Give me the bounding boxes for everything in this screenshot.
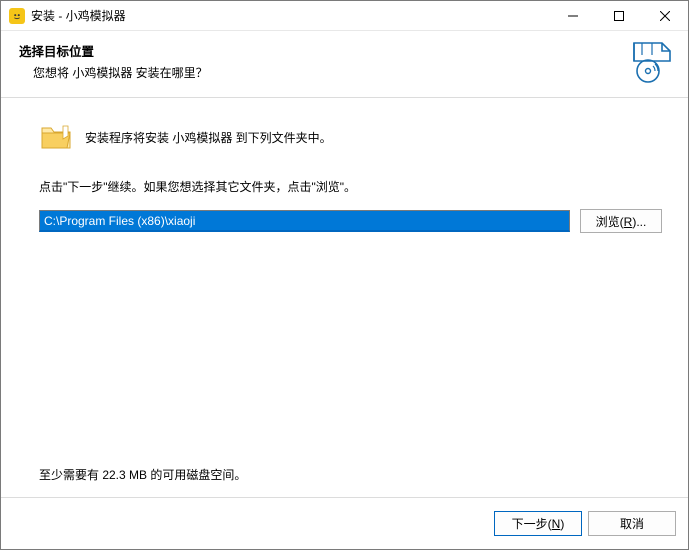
page-subtitle: 您想将 小鸡模拟器 安装在哪里？ bbox=[33, 64, 670, 81]
wizard-footer: 下一步(N) 取消 bbox=[1, 497, 688, 549]
page-title: 选择目标位置 bbox=[19, 41, 670, 60]
app-icon bbox=[9, 8, 25, 24]
close-button[interactable] bbox=[642, 1, 688, 31]
minimize-button[interactable] bbox=[550, 1, 596, 31]
browse-button[interactable]: 浏览(R)... bbox=[580, 209, 662, 233]
disk-space-text: 至少需要有 22.3 MB 的可用磁盘空间。 bbox=[39, 466, 662, 483]
wizard-header: 选择目标位置 您想将 小鸡模拟器 安装在哪里？ bbox=[1, 31, 688, 89]
window-title: 安装 - 小鸡模拟器 bbox=[31, 7, 550, 24]
installer-window: 安装 - 小鸡模拟器 选择目标位置 您想将 小鸡模拟器 安装在哪里？ bbox=[0, 0, 689, 550]
folder-line-text: 安装程序将安装 小鸡模拟器 到下列文件夹中。 bbox=[85, 129, 332, 146]
wizard-body: 安装程序将安装 小鸡模拟器 到下列文件夹中。 点击"下一步"继续。如果您想选择其… bbox=[1, 98, 688, 497]
maximize-button[interactable] bbox=[596, 1, 642, 31]
cancel-button[interactable]: 取消 bbox=[588, 511, 676, 536]
next-button[interactable]: 下一步(N) bbox=[494, 511, 582, 536]
box-disk-icon bbox=[624, 37, 672, 85]
folder-icon bbox=[39, 120, 73, 154]
path-row: 浏览(R)... bbox=[39, 209, 662, 233]
instruction-text: 点击"下一步"继续。如果您想选择其它文件夹，点击"浏览"。 bbox=[39, 178, 662, 195]
title-bar: 安装 - 小鸡模拟器 bbox=[1, 1, 688, 31]
install-path-input[interactable] bbox=[39, 210, 570, 232]
folder-info-row: 安装程序将安装 小鸡模拟器 到下列文件夹中。 bbox=[39, 120, 662, 154]
